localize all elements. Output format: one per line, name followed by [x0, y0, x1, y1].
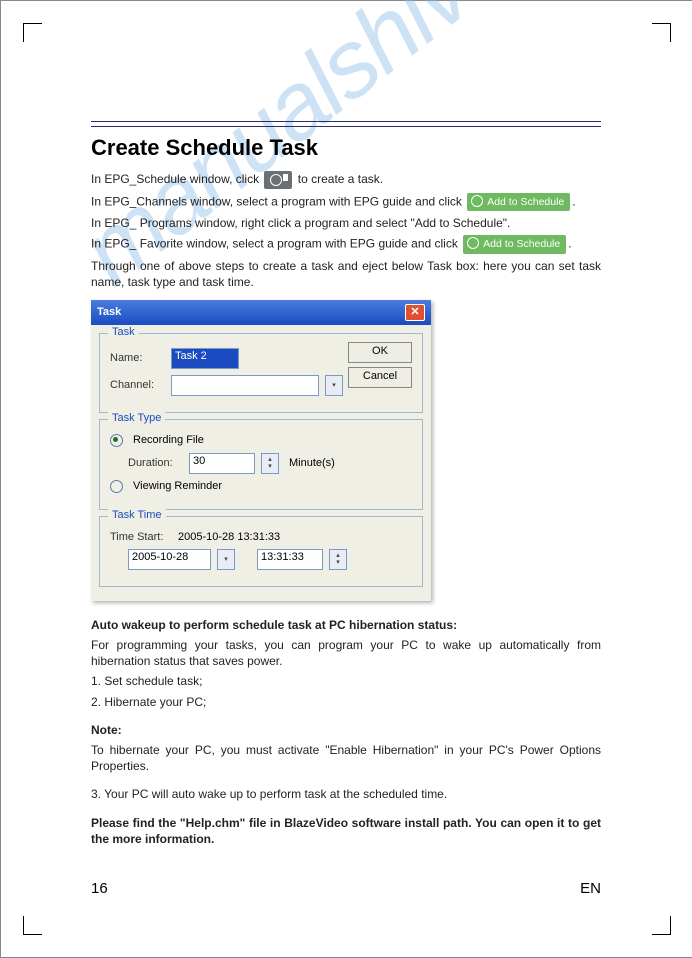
viewing-radio[interactable]	[110, 480, 123, 493]
recording-label: Recording File	[133, 434, 204, 446]
channel-label: Channel:	[110, 379, 165, 391]
paragraph-5: Through one of above steps to create a t…	[91, 258, 601, 290]
note-heading: Note:	[91, 722, 601, 738]
channel-select[interactable]	[171, 375, 319, 396]
add-to-schedule-button-1: Add to Schedule	[467, 193, 570, 211]
step-3: 3. Your PC will auto wake up to perform …	[91, 786, 601, 802]
group-tasktype-legend: Task Type	[108, 412, 165, 424]
task-dialog: Task ✕ Task OK Cancel Name: Task 2 Channe…	[91, 300, 431, 601]
date-chevron-icon[interactable]: ▾	[217, 549, 235, 570]
note-text: To hibernate your PC, you must activate …	[91, 742, 601, 774]
timestart-value: 2005-10-28 13:31:33	[178, 531, 280, 543]
step-1: 1. Set schedule task;	[91, 673, 601, 689]
add-to-schedule-button-2: Add to Schedule	[463, 235, 566, 253]
step-2: 2. Hibernate your PC;	[91, 694, 601, 710]
duration-spinner[interactable]: ▴▾	[261, 453, 279, 474]
group-task-legend: Task	[108, 326, 139, 338]
date-input[interactable]: 2005-10-28	[128, 549, 211, 570]
time-input[interactable]: 13:31:33	[257, 549, 323, 570]
close-icon[interactable]: ✕	[405, 304, 425, 321]
ok-button[interactable]: OK	[348, 342, 412, 363]
section-heading-1: Auto wakeup to perform schedule task at …	[91, 617, 601, 633]
name-input[interactable]: Task 2	[171, 348, 239, 369]
language-code: EN	[580, 880, 601, 897]
page-title: Create Schedule Task	[91, 135, 601, 161]
page-number: 16	[91, 880, 108, 897]
page-footer: 16 EN	[91, 880, 601, 897]
group-tasktime-legend: Task Time	[108, 509, 166, 521]
cancel-button[interactable]: Cancel	[348, 367, 412, 388]
paragraph-2: In EPG_Channels window, select a program…	[91, 193, 601, 211]
recording-radio[interactable]	[110, 434, 123, 447]
duration-unit: Minute(s)	[289, 457, 335, 469]
chevron-down-icon[interactable]: ▾	[325, 375, 343, 396]
closing-text: Please find the "Help.chm" file in Blaze…	[91, 815, 601, 847]
paragraph-1: In EPG_Schedule window, click to create …	[91, 171, 601, 189]
name-label: Name:	[110, 352, 165, 364]
horizontal-rule	[91, 121, 601, 127]
time-spinner[interactable]: ▴▾	[329, 549, 347, 570]
paragraph-4: In EPG_ Favorite window, select a progra…	[91, 235, 601, 253]
paragraph-3: In EPG_ Programs window, right click a p…	[91, 215, 601, 231]
duration-input[interactable]: 30	[189, 453, 255, 474]
timestart-label: Time Start:	[110, 531, 172, 543]
clock-icon	[264, 171, 292, 189]
dialog-titlebar: Task ✕	[91, 300, 431, 325]
duration-label: Duration:	[128, 457, 183, 469]
section-text-1: For programming your tasks, you can prog…	[91, 637, 601, 669]
dialog-title: Task	[97, 306, 121, 318]
viewing-label: Viewing Reminder	[133, 480, 222, 492]
